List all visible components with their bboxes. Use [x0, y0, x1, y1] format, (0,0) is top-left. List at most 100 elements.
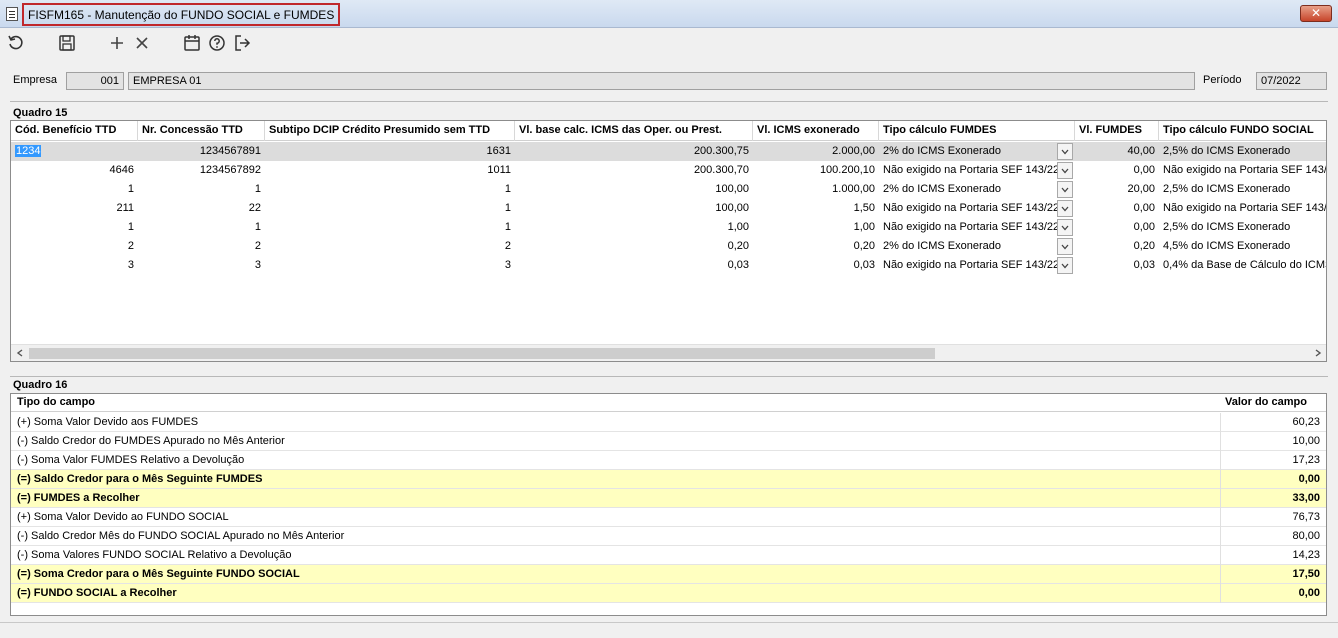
- field-value[interactable]: 80,00: [1292, 530, 1320, 542]
- cell-icms[interactable]: 0,03: [753, 256, 879, 275]
- table-row[interactable]: 1234 1234567891 1631 200.300,75 2.000,00 2% d…: [11, 142, 1326, 161]
- field-value[interactable]: 60,23: [1292, 416, 1320, 428]
- cell-icms[interactable]: 2.000,00: [753, 142, 879, 161]
- periodo-field[interactable]: 07/2022: [1256, 72, 1327, 90]
- cell-tipo-fumdes[interactable]: Não exigido na Portaria SEF 143/22: [879, 218, 1057, 237]
- cell-icms[interactable]: 1.000,00: [753, 180, 879, 199]
- cell-subtipo[interactable]: 1: [265, 180, 515, 199]
- cell-nr[interactable]: 3: [138, 256, 265, 275]
- cell-cod[interactable]: 4646: [11, 161, 138, 180]
- refresh-icon[interactable]: [6, 33, 26, 53]
- col-vl-base-calc[interactable]: Vl. base calc. ICMS das Oper. ou Prest.: [515, 121, 753, 141]
- close-button[interactable]: ✕: [1300, 5, 1332, 22]
- cell-icms[interactable]: 1,50: [753, 199, 879, 218]
- field-value[interactable]: 14,23: [1292, 549, 1320, 561]
- cell-base[interactable]: 200.300,75: [515, 142, 753, 161]
- help-icon[interactable]: [207, 33, 227, 53]
- cell-vl-fumdes[interactable]: 20,00: [1075, 180, 1159, 199]
- cell-nr[interactable]: 1234567892: [138, 161, 265, 180]
- cell-vl-fumdes[interactable]: 0,00: [1075, 161, 1159, 180]
- cell-base[interactable]: 0,03: [515, 256, 753, 275]
- chevron-down-icon[interactable]: [1057, 238, 1073, 255]
- field-value[interactable]: 0,00: [1299, 587, 1320, 599]
- add-icon[interactable]: [107, 33, 127, 53]
- horizontal-scrollbar[interactable]: [11, 344, 1326, 361]
- cell-nr[interactable]: 1: [138, 218, 265, 237]
- list-item[interactable]: (=) FUNDO SOCIAL a Recolher 0,00: [11, 584, 1326, 603]
- selected-text[interactable]: 1234: [15, 145, 42, 157]
- cell-base[interactable]: 0,20: [515, 237, 753, 256]
- cell-base[interactable]: 100,00: [515, 199, 753, 218]
- table-row[interactable]: 1 1 1 100,00 1.000,00 2% do ICMS Exonerado 20,…: [11, 180, 1326, 199]
- chevron-down-icon[interactable]: [1057, 219, 1073, 236]
- cell-tipo-social[interactable]: 2,5% do ICMS Exonerado: [1159, 218, 1326, 237]
- list-item[interactable]: (=) FUMDES a Recolher 33,00: [11, 489, 1326, 508]
- table-row[interactable]: 1 1 1 1,00 1,00 Não exigido na Portaria SEF 1…: [11, 218, 1326, 237]
- cell-base[interactable]: 100,00: [515, 180, 753, 199]
- cell-cod[interactable]: 1234: [11, 142, 138, 161]
- col-vl-fumdes[interactable]: Vl. FUMDES: [1075, 121, 1159, 141]
- col-tipo-calculo-fumdes[interactable]: Tipo cálculo FUMDES: [879, 121, 1075, 141]
- cell-tipo-social[interactable]: Não exigido na Portaria SEF 143/22: [1159, 161, 1326, 180]
- cell-tipo-social[interactable]: 2,5% do ICMS Exonerado: [1159, 142, 1326, 161]
- table-row[interactable]: 2 2 2 0,20 0,20 2% do ICMS Exonerado 0,20 4,5% …: [11, 237, 1326, 256]
- cell-base[interactable]: 1,00: [515, 218, 753, 237]
- scroll-left-icon[interactable]: [11, 345, 28, 361]
- table-row[interactable]: 4646 1234567892 1011 200.300,70 100.200,10 Nã…: [11, 161, 1326, 180]
- cell-vl-fumdes[interactable]: 0,03: [1075, 256, 1159, 275]
- cell-cod[interactable]: 211: [11, 199, 138, 218]
- col-vl-icms-exonerado[interactable]: Vl. ICMS exonerado: [753, 121, 879, 141]
- col-tipo-calculo-fundo-social[interactable]: Tipo cálculo FUNDO SOCIAL: [1159, 121, 1326, 141]
- cell-subtipo[interactable]: 2: [265, 237, 515, 256]
- chevron-down-icon[interactable]: [1057, 162, 1073, 179]
- list-item[interactable]: (-) Soma Valor FUMDES Relativo a Devoluç…: [11, 451, 1326, 470]
- field-value[interactable]: 33,00: [1292, 492, 1320, 504]
- cell-nr[interactable]: 1234567891: [138, 142, 265, 161]
- cell-vl-fumdes[interactable]: 40,00: [1075, 142, 1159, 161]
- list-item[interactable]: (=) Saldo Credor para o Mês Seguinte FUM…: [11, 470, 1326, 489]
- empresa-code-field[interactable]: 001: [66, 72, 124, 90]
- save-icon[interactable]: [57, 33, 77, 53]
- cell-tipo-social[interactable]: 2,5% do ICMS Exonerado: [1159, 180, 1326, 199]
- cell-tipo-fumdes[interactable]: Não exigido na Portaria SEF 143/22: [879, 199, 1057, 218]
- field-value[interactable]: 10,00: [1292, 435, 1320, 447]
- quadro15-grid[interactable]: Cód. Benefício TTD Nr. Concessão TTD Sub…: [10, 120, 1327, 362]
- list-item[interactable]: (-) Saldo Credor do FUMDES Apurado no Mê…: [11, 432, 1326, 451]
- cell-subtipo[interactable]: 1: [265, 199, 515, 218]
- quadro16-grid[interactable]: Tipo do campo Valor do campo (+) Soma Va…: [10, 393, 1327, 616]
- calendar-icon[interactable]: [182, 33, 202, 53]
- table-row[interactable]: 211 22 1 100,00 1,50 Não exigido na Portaria …: [11, 199, 1326, 218]
- cell-cod[interactable]: 3: [11, 256, 138, 275]
- delete-icon[interactable]: [132, 33, 152, 53]
- cell-tipo-social[interactable]: 4,5% do ICMS Exonerado: [1159, 237, 1326, 256]
- cell-icms[interactable]: 0,20: [753, 237, 879, 256]
- scroll-right-icon[interactable]: [1309, 345, 1326, 361]
- col-valor-do-campo[interactable]: Valor do campo: [1225, 396, 1307, 408]
- cell-tipo-fumdes[interactable]: 2% do ICMS Exonerado: [879, 142, 1057, 161]
- cell-nr[interactable]: 1: [138, 180, 265, 199]
- col-nr-concessao[interactable]: Nr. Concessão TTD: [138, 121, 265, 141]
- chevron-down-icon[interactable]: [1057, 143, 1073, 160]
- cell-subtipo[interactable]: 3: [265, 256, 515, 275]
- cell-subtipo[interactable]: 1: [265, 218, 515, 237]
- col-tipo-do-campo[interactable]: Tipo do campo: [17, 396, 95, 408]
- field-value[interactable]: 17,50: [1292, 568, 1320, 580]
- cell-tipo-fumdes[interactable]: Não exigido na Portaria SEF 143/22: [879, 256, 1057, 275]
- empresa-name-field[interactable]: EMPRESA 01: [128, 72, 1195, 90]
- cell-icms[interactable]: 100.200,10: [753, 161, 879, 180]
- col-subtipo-dcip[interactable]: Subtipo DCIP Crédito Presumido sem TTD: [265, 121, 515, 141]
- cell-nr[interactable]: 22: [138, 199, 265, 218]
- field-value[interactable]: 17,23: [1292, 454, 1320, 466]
- list-item[interactable]: (+) Soma Valor Devido ao FUNDO SOCIAL 76,…: [11, 508, 1326, 527]
- list-item[interactable]: (-) Soma Valores FUNDO SOCIAL Relativo a…: [11, 546, 1326, 565]
- cell-vl-fumdes[interactable]: 0,20: [1075, 237, 1159, 256]
- cell-icms[interactable]: 1,00: [753, 218, 879, 237]
- cell-tipo-social[interactable]: Não exigido na Portaria SEF 143/22: [1159, 199, 1326, 218]
- cell-subtipo[interactable]: 1631: [265, 142, 515, 161]
- cell-vl-fumdes[interactable]: 0,00: [1075, 199, 1159, 218]
- cell-subtipo[interactable]: 1011: [265, 161, 515, 180]
- field-value[interactable]: 76,73: [1292, 511, 1320, 523]
- cell-base[interactable]: 200.300,70: [515, 161, 753, 180]
- cell-nr[interactable]: 2: [138, 237, 265, 256]
- list-item[interactable]: (+) Soma Valor Devido aos FUMDES 60,23: [11, 413, 1326, 432]
